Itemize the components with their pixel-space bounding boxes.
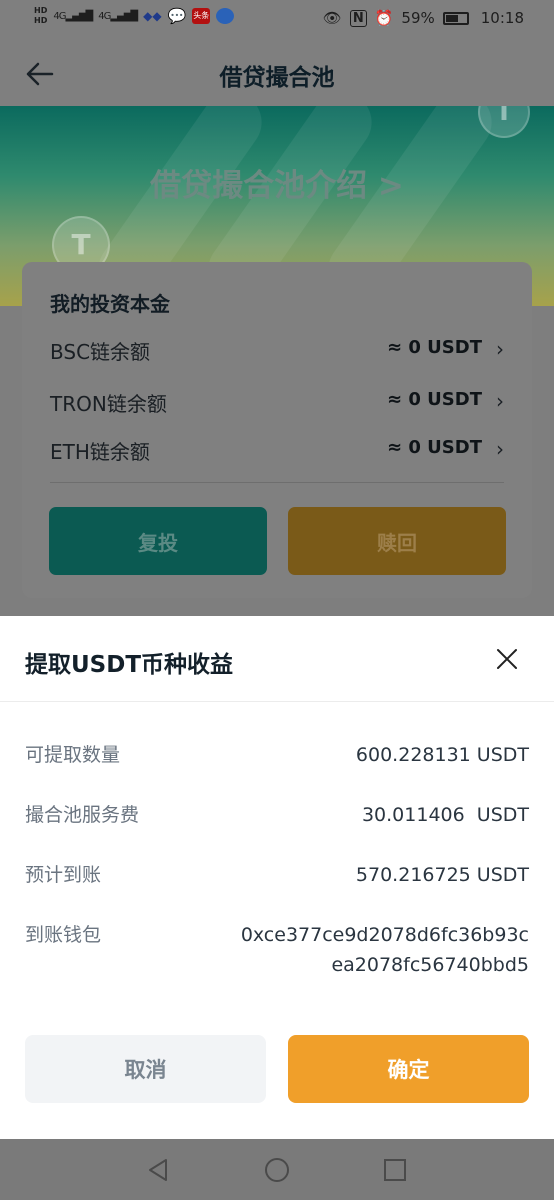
investment-card: 我的投资本金 BSC链余额 ≈ 0 USDT › TRON链余额 ≈ 0 USD… [22, 262, 532, 598]
signal-icon: 4G▂▄▆█ [53, 10, 93, 22]
sheet-header: 提取USDT币种收益 [0, 616, 554, 702]
balance-row-bsc[interactable]: BSC链余额 ≈ 0 USDT › [50, 336, 504, 366]
balance-value: ≈ 0 USDT [387, 389, 482, 410]
balance-value: ≈ 0 USDT [387, 337, 482, 358]
sheet-title: 提取USDT币种收益 [25, 652, 234, 678]
hd-icon: HD HD [34, 6, 48, 25]
home-circle-icon[interactable] [263, 1156, 291, 1184]
status-bar: HD HD 4G▂▄▆█ 4G▂▄▆█ ◆◆ 💬 头条 👁 N ⏰ 59% 10:… [0, 0, 554, 40]
balance-label: BSC链余额 [50, 340, 151, 364]
recents-square-icon[interactable] [381, 1156, 409, 1184]
withdraw-sheet: 提取USDT币种收益 可提取数量 600.228131 USDT 撮合池服务费 … [0, 616, 554, 1139]
page-title: 借贷撮合池 [219, 65, 335, 91]
balance-row-eth[interactable]: ETH链余额 ≈ 0 USDT › [50, 436, 504, 466]
divider [50, 482, 504, 483]
balance-value: ≈ 0 USDT [387, 437, 482, 458]
signal-icon-2: 4G▂▄▆█ [98, 10, 138, 22]
alarm-icon: ⏰ [374, 9, 394, 27]
eye-icon: 👁 [322, 9, 342, 27]
balance-label: TRON链余额 [50, 392, 167, 416]
battery-percent: 59% [401, 9, 435, 27]
wallet-address-line: ea2078fc56740bbd5 [331, 954, 529, 976]
info-label: 撮合池服务费 [25, 804, 140, 826]
close-icon[interactable] [494, 646, 520, 672]
chevron-right-icon: › [496, 437, 504, 461]
wechat-icon: 💬 [167, 7, 187, 25]
system-nav-bar [0, 1139, 554, 1200]
clock: 10:18 [480, 9, 524, 27]
cancel-button[interactable]: 取消 [25, 1035, 266, 1103]
wallet-address-line: 0xce377ce9d2078d6fc36b93c [240, 924, 529, 946]
chevron-right-icon: › [496, 389, 504, 413]
status-right: 👁 N ⏰ 59% 10:18 [323, 9, 524, 27]
browser-icon [216, 8, 235, 24]
info-value: 30.011406 USDT [361, 804, 529, 826]
balance-label: ETH链余额 [50, 440, 150, 464]
info-label: 可提取数量 [25, 744, 121, 766]
wallet-address: 0xce377ce9d2078d6fc36b93c ea2078fc56740b… [241, 920, 529, 980]
battery-icon [442, 11, 469, 25]
info-value: 570.216725 USDT [355, 864, 529, 886]
nfc-icon: N [349, 9, 367, 27]
investment-title: 我的投资本金 [50, 292, 170, 316]
nav-bar: 借贷撮合池 [0, 40, 554, 106]
status-left: HD HD 4G▂▄▆█ 4G▂▄▆█ ◆◆ 💬 头条 [34, 6, 235, 26]
balance-row-tron[interactable]: TRON链余额 ≈ 0 USDT › [50, 388, 504, 418]
cloud-icon: ◆◆ [143, 9, 162, 23]
info-value: 600.228131 USDT [355, 744, 529, 766]
banner-title[interactable]: 借贷撮合池介绍 > [0, 160, 554, 205]
info-label: 到账钱包 [25, 924, 102, 946]
chevron-right-icon: › [496, 337, 504, 361]
confirm-button[interactable]: 确定 [288, 1035, 529, 1103]
toutiao-icon: 头条 [192, 8, 211, 24]
redeem-button[interactable]: 赎回 [288, 507, 506, 575]
back-triangle-icon[interactable] [144, 1156, 172, 1184]
reinvest-button[interactable]: 复投 [49, 507, 267, 575]
info-label: 预计到账 [25, 864, 102, 886]
